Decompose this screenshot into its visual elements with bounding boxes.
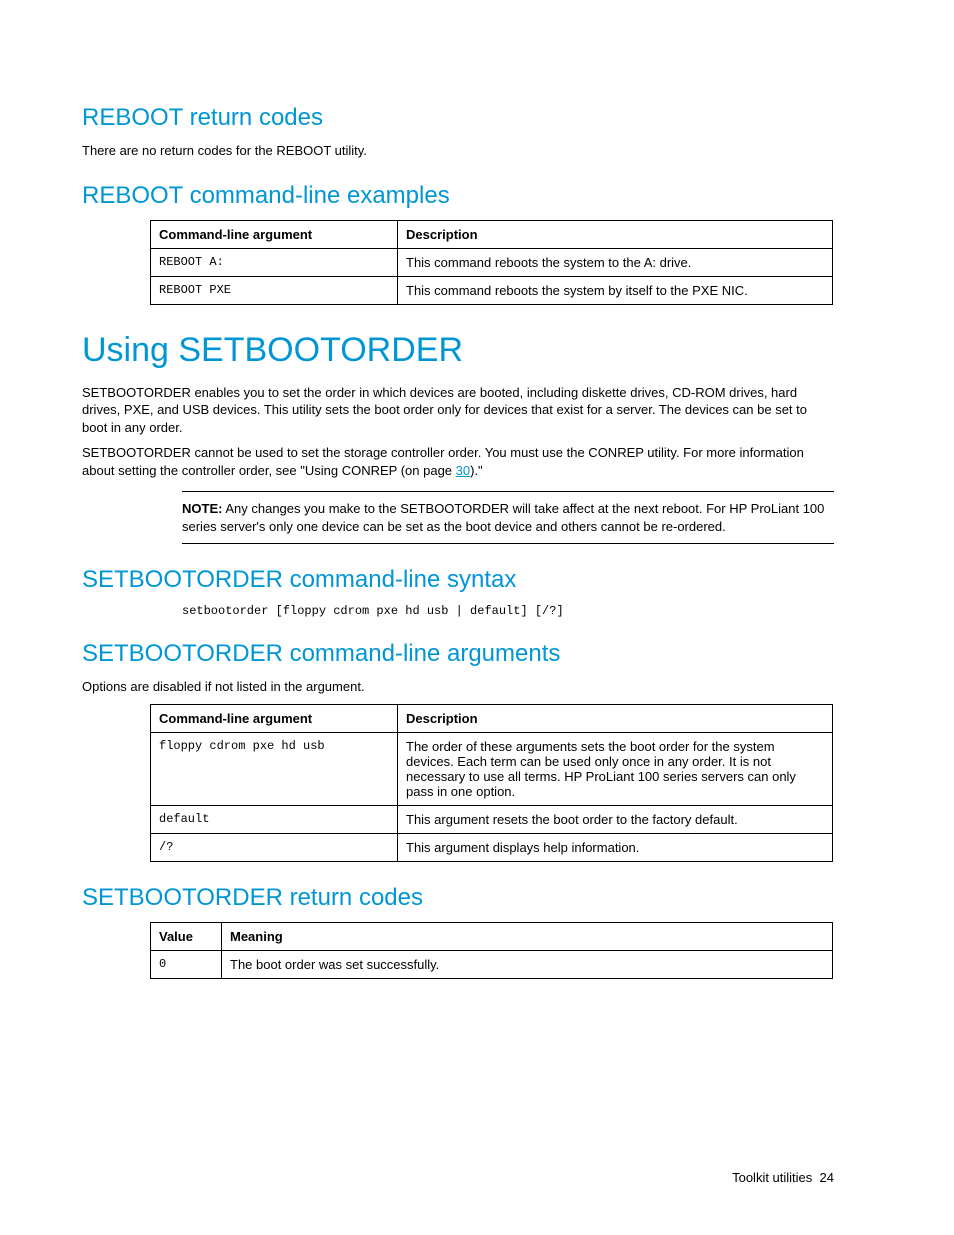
cell-arg: /? <box>151 833 398 861</box>
note-label: NOTE: <box>182 501 222 516</box>
th-desc: Description <box>398 220 833 248</box>
footer-page: 24 <box>820 1170 834 1185</box>
heading-reboot-examples: REBOOT command-line examples <box>82 182 834 210</box>
cell-arg: floppy cdrom pxe hd usb <box>151 732 398 805</box>
cell-value: 0 <box>151 950 222 978</box>
cell-desc: The order of these arguments sets the bo… <box>398 732 833 805</box>
heading-using-setbootorder: Using SETBOOTORDER <box>82 331 834 370</box>
sbo-intro-2-post: )." <box>470 463 483 478</box>
table-row: default This argument resets the boot or… <box>151 805 833 833</box>
heading-sbo-syntax: SETBOOTORDER command-line syntax <box>82 566 834 594</box>
table-row: REBOOT PXE This command reboots the syst… <box>151 276 833 304</box>
note-body: NOTE: Any changes you make to the SETBOO… <box>182 496 834 539</box>
th-desc: Description <box>398 704 833 732</box>
table-row: floppy cdrom pxe hd usb The order of the… <box>151 732 833 805</box>
heading-sbo-args: SETBOOTORDER command-line arguments <box>82 640 834 668</box>
table-row: /? This argument displays help informati… <box>151 833 833 861</box>
cell-desc: This command reboots the system by itsel… <box>398 276 833 304</box>
footer-section: Toolkit utilities <box>732 1170 812 1185</box>
note-text: Any changes you make to the SETBOOTORDER… <box>182 501 824 534</box>
table-row: 0 The boot order was set successfully. <box>151 950 833 978</box>
cell-arg: REBOOT PXE <box>151 276 398 304</box>
cell-desc: This argument displays help information. <box>398 833 833 861</box>
cell-desc: This command reboots the system to the A… <box>398 248 833 276</box>
th-arg: Command-line argument <box>151 704 398 732</box>
sbo-intro-2: SETBOOTORDER cannot be used to set the s… <box>82 444 834 479</box>
cell-arg: REBOOT A: <box>151 248 398 276</box>
page-footer: Toolkit utilities 24 <box>732 1170 834 1185</box>
cell-desc: This argument resets the boot order to t… <box>398 805 833 833</box>
sbo-intro-1: SETBOOTORDER enables you to set the orde… <box>82 384 834 437</box>
reboot-retcodes-text: There are no return codes for the REBOOT… <box>82 142 834 160</box>
table-sbo-args: Command-line argument Description floppy… <box>150 704 833 862</box>
heading-reboot-return-codes: REBOOT return codes <box>82 104 834 132</box>
th-meaning: Meaning <box>222 922 833 950</box>
page: REBOOT return codes There are no return … <box>0 0 954 1235</box>
table-reboot-examples: Command-line argument Description REBOOT… <box>150 220 833 305</box>
th-value: Value <box>151 922 222 950</box>
heading-sbo-retcodes: SETBOOTORDER return codes <box>82 884 834 912</box>
note-rule-bottom <box>182 543 834 544</box>
th-arg: Command-line argument <box>151 220 398 248</box>
cell-meaning: The boot order was set successfully. <box>222 950 833 978</box>
table-row: REBOOT A: This command reboots the syste… <box>151 248 833 276</box>
table-sbo-retcodes: Value Meaning 0 The boot order was set s… <box>150 922 833 979</box>
sbo-intro-2-pre: SETBOOTORDER cannot be used to set the s… <box>82 445 804 478</box>
cell-arg: default <box>151 805 398 833</box>
link-page-30[interactable]: 30 <box>456 463 470 478</box>
sbo-args-intro: Options are disabled if not listed in th… <box>82 678 834 696</box>
note-rule-top <box>182 491 834 492</box>
note-block: NOTE: Any changes you make to the SETBOO… <box>182 491 834 544</box>
sbo-syntax-code: setbootorder [floppy cdrom pxe hd usb | … <box>182 604 834 618</box>
